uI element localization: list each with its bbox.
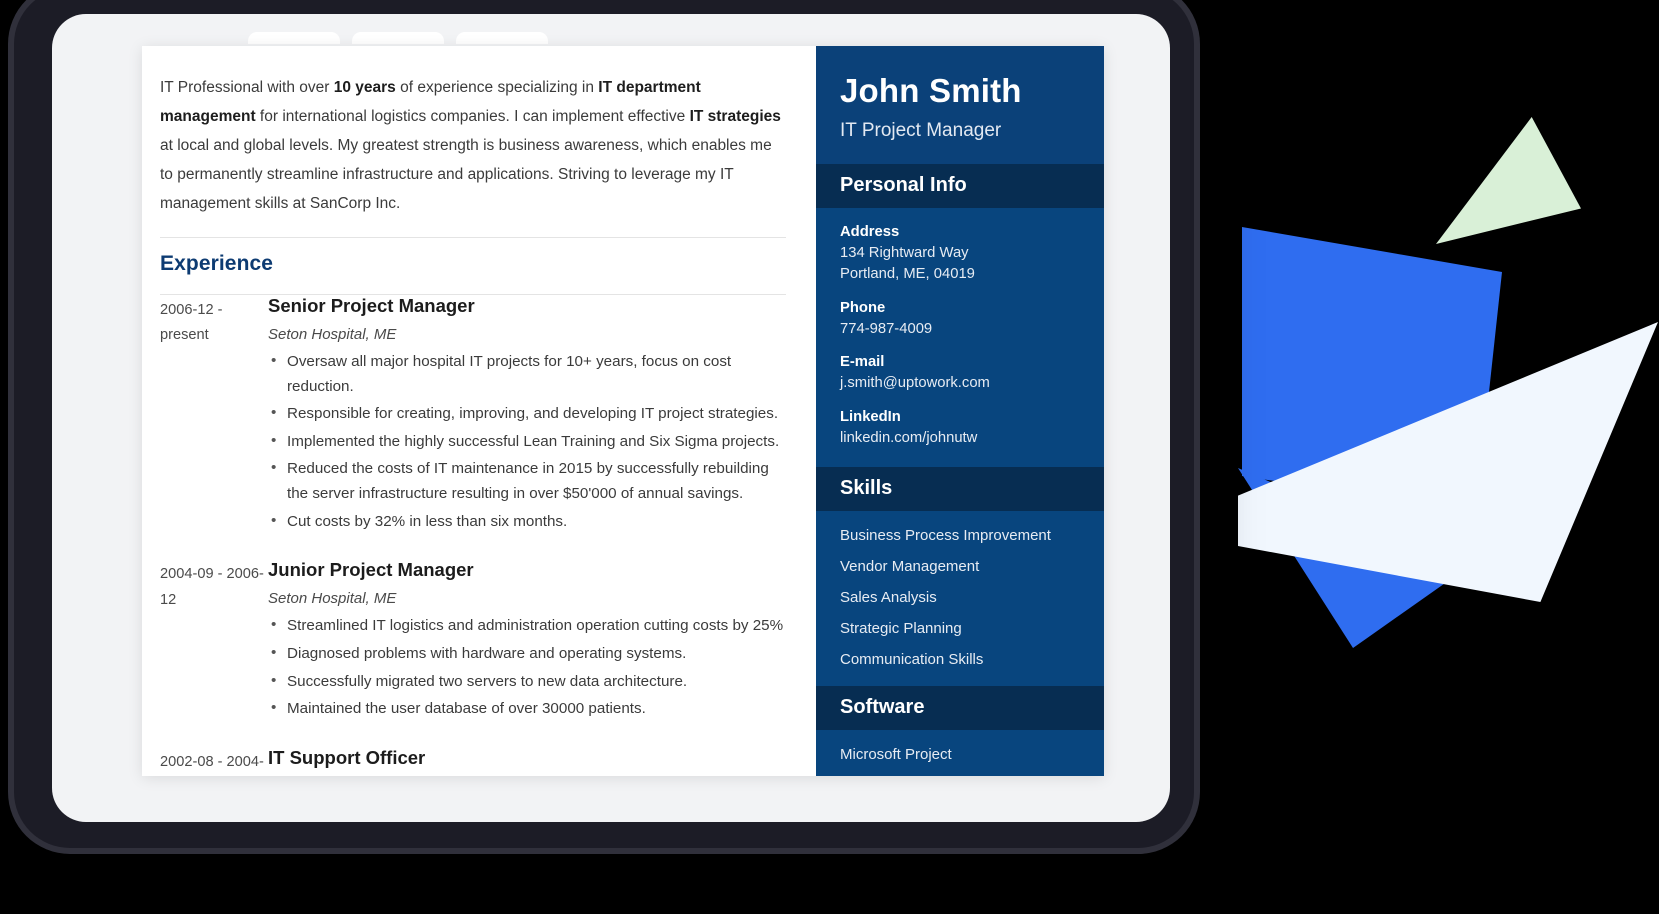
personal-info-value: 774-987-4009 xyxy=(840,320,933,337)
job-body: Junior Project Manager Seton Hospital, ME… xyxy=(268,559,786,725)
sidebar-section-personal-info: Personal Info xyxy=(816,164,1104,208)
job-dates: 2002-08 - 2004-09 xyxy=(160,753,264,770)
resume-page: IT Professional with over 10 years of ex… xyxy=(142,46,1104,776)
resume-sidebar: John Smith IT Project Manager Personal I… xyxy=(816,46,1104,776)
experience-list: 2006-12 - present Senior Project Manager S… xyxy=(160,295,786,776)
sidebar-section-software: Software xyxy=(816,686,1104,731)
candidate-name: John Smith xyxy=(840,72,1022,109)
job-company: Seton Hospital, ME xyxy=(268,325,397,343)
job-bullet: Reduced the costs of IT maintenance in 2… xyxy=(268,456,786,506)
skill-item: Communication Skills xyxy=(840,651,984,669)
summary-text: for international logistics companies. I… xyxy=(255,107,690,125)
personal-info-value: 134 Rightward Way xyxy=(840,245,969,261)
personal-info-item: Address 134 Rightward Way Portland, ME, 04… xyxy=(840,224,1080,286)
experience-item: 2006-12 - present Senior Project Manager S… xyxy=(160,295,786,537)
skill-item: Strategic Planning xyxy=(840,620,962,638)
job-bullet: Responsible for creating, improving, and… xyxy=(268,401,786,427)
job-bullet: Implemented the highly successful Lean T… xyxy=(268,429,786,455)
job-bullet: Oversaw all major hospital IT projects f… xyxy=(268,349,786,399)
job-bullet: Diagnosed problems with hardware and ope… xyxy=(268,641,786,667)
job-bullet: Successfully migrated two servers to new… xyxy=(268,669,786,695)
software-item: Microsoft Project xyxy=(840,746,952,764)
personal-info-label: Phone xyxy=(840,299,886,316)
browser-tab-1[interactable] xyxy=(248,32,340,44)
candidate-role: IT Project Manager xyxy=(840,120,1002,141)
browser-tab-3[interactable] xyxy=(456,32,548,44)
summary-text: at local and global levels. My greatest … xyxy=(160,136,772,212)
personal-info-list: Address 134 Rightward Way Portland, ME, 04… xyxy=(816,208,1104,467)
personal-info-value: j.smith@uptowork.com xyxy=(840,375,990,392)
personal-info-label: Address xyxy=(840,224,900,240)
job-company: Seton Hospital, ME xyxy=(268,590,397,608)
green-triangle-shape xyxy=(1436,117,1581,244)
experience-item: 2002-08 - 2004-09IT Support OfficerSeton… xyxy=(160,747,786,776)
job-bullet-list: Streamlined IT logistics and administrat… xyxy=(268,613,786,722)
personal-info-label: LinkedIn xyxy=(840,408,901,425)
experience-item: 2004-09 - 2006-12 Junior Project Manager S… xyxy=(160,559,786,725)
job-bullet: Maintained the user database of over 300… xyxy=(268,696,786,722)
browser-tab-strip xyxy=(52,14,1170,44)
job-bullet-list: Oversaw all major hospital IT projects f… xyxy=(268,349,786,535)
screenshot-root: IT Professional with over 10 years of ex… xyxy=(0,0,1659,914)
skills-block: Business Process Improvement Vendor Manag… xyxy=(816,511,1104,686)
job-title: IT Support Officer xyxy=(268,746,426,768)
tablet-screen: IT Professional with over 10 years of ex… xyxy=(52,14,1170,822)
experience-section-title: Experience xyxy=(160,251,274,275)
summary-text: IT Professional with over xyxy=(160,79,334,96)
sidebar-section-skills: Skills xyxy=(816,467,1104,512)
skill-item: Business Process Improvement xyxy=(840,527,1051,545)
skills-list: Business Process Improvement Vendor Manag… xyxy=(840,527,1080,668)
personal-info-item: E-mail j.smith@uptowork.com xyxy=(840,354,1080,394)
personal-info-value: linkedin.com/johnutw xyxy=(840,429,978,446)
job-dates: 2004-09 - 2006-12 xyxy=(160,566,264,608)
summary-divider xyxy=(160,236,786,238)
personal-info-item: Phone 774-987-4009 xyxy=(840,300,1080,340)
personal-info-item: LinkedIn linkedin.com/johnutw xyxy=(840,409,1080,449)
skill-item: Sales Analysis xyxy=(840,589,937,607)
skill-item: Vendor Management xyxy=(840,558,980,576)
job-dates: 2006-12 - present xyxy=(160,301,223,344)
summary-text: of experience specializing in xyxy=(395,79,599,96)
personal-info-label: E-mail xyxy=(840,354,885,371)
tablet-device: IT Professional with over 10 years of ex… xyxy=(14,0,1194,848)
job-bullet: Streamlined IT logistics and administrat… xyxy=(268,613,786,639)
job-bullet: Cut costs by 32% in less than six months… xyxy=(268,509,786,535)
job-title: Junior Project Manager xyxy=(268,559,474,581)
personal-info-value: Portland, ME, 04019 xyxy=(840,266,975,283)
browser-tab-2[interactable] xyxy=(352,32,444,44)
summary-emphasis: 10 years xyxy=(333,79,396,96)
job-body: Senior Project Manager Seton Hospital, ME… xyxy=(268,295,786,537)
summary-emphasis: IT strategies xyxy=(689,107,781,125)
software-block: Microsoft Project xyxy=(816,730,1104,776)
sidebar-header: John Smith IT Project Manager xyxy=(816,46,1104,164)
job-body: IT Support OfficerSeton Hospital, MEProv… xyxy=(268,747,786,776)
resume-main-column: IT Professional with over 10 years of ex… xyxy=(142,46,816,776)
summary-paragraph: IT Professional with over 10 years of ex… xyxy=(160,74,786,219)
software-list: Microsoft Project xyxy=(840,746,1080,763)
job-title: Senior Project Manager xyxy=(268,294,475,316)
